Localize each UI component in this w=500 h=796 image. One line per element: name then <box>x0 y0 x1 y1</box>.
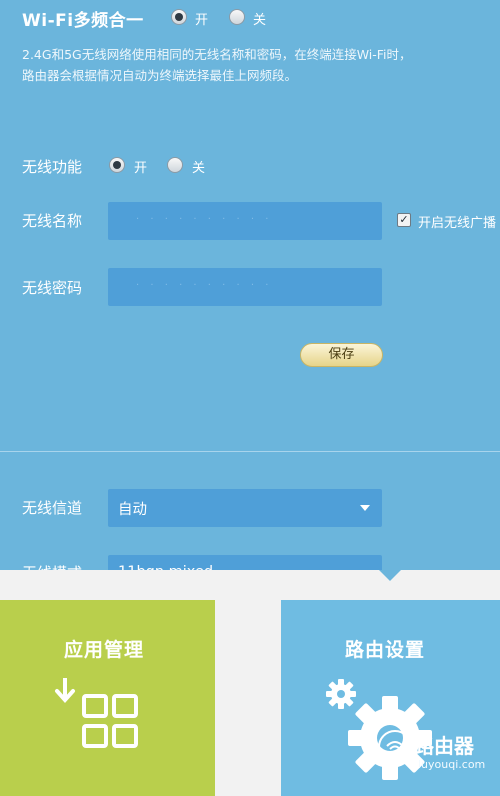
wireless-function-label: 无线功能 <box>22 158 83 176</box>
app-grid-icon <box>55 678 138 748</box>
masked-value: · · · · · · · · · · <box>136 280 273 291</box>
section-divider <box>0 451 500 452</box>
wireless-off-label: 关 <box>192 161 206 176</box>
wifi-merge-off-label: 关 <box>253 13 267 28</box>
router-settings-label: 路由设置 <box>345 639 426 661</box>
wifi-merge-on-radio[interactable] <box>171 9 187 25</box>
save-button[interactable]: 保存 <box>300 343 383 367</box>
wireless-password-input[interactable]: · · · · · · · · · · <box>108 268 382 306</box>
wireless-name-input[interactable]: · · · · · · · · · · <box>108 202 382 240</box>
channel-select[interactable]: 自动 <box>108 489 382 527</box>
chevron-down-icon <box>360 505 370 511</box>
description-line-2: 路由器会根据情况自动为终端选择最佳上网频段。 <box>22 68 298 83</box>
description-line-1: 2.4G和5G无线网络使用相同的无线名称和密码，在终端连接Wi-Fi时， <box>22 47 412 62</box>
wireless-password-label: 无线密码 <box>22 279 83 297</box>
wifi-merge-on-label: 开 <box>195 13 209 28</box>
wireless-on-label: 开 <box>134 161 148 176</box>
wifi-merge-title: Wi-Fi多频合一 <box>22 11 144 31</box>
watermark-en: luyouqi.com <box>418 758 486 771</box>
wifi-merge-off-radio[interactable] <box>229 9 245 25</box>
channel-value: 自动 <box>118 502 147 518</box>
masked-value: · · · · · · · · · · <box>136 214 273 225</box>
channel-label: 无线信道 <box>22 499 83 517</box>
wireless-name-label: 无线名称 <box>22 212 83 230</box>
watermark-cn: 路由器 <box>414 734 474 758</box>
wifi-merge-description: 2.4G和5G无线网络使用相同的无线名称和密码，在终端连接Wi-Fi时， 路由器… <box>22 44 482 86</box>
wireless-settings-panel: Wi-Fi多频合一 开 关 2.4G和5G无线网络使用相同的无线名称和密码，在终… <box>0 0 500 593</box>
broadcast-label: 开启无线广播 <box>418 216 497 231</box>
app-manage-label: 应用管理 <box>64 639 145 661</box>
broadcast-checkbox[interactable]: ✓ <box>397 213 411 227</box>
router-logo-icon <box>378 730 412 764</box>
app-manage-tab[interactable]: 应用管理 <box>0 600 215 796</box>
watermark: 路由器 luyouqi.com <box>378 730 485 771</box>
active-pointer <box>379 570 401 581</box>
wireless-off-radio[interactable] <box>167 157 183 173</box>
wireless-on-radio[interactable] <box>109 157 125 173</box>
